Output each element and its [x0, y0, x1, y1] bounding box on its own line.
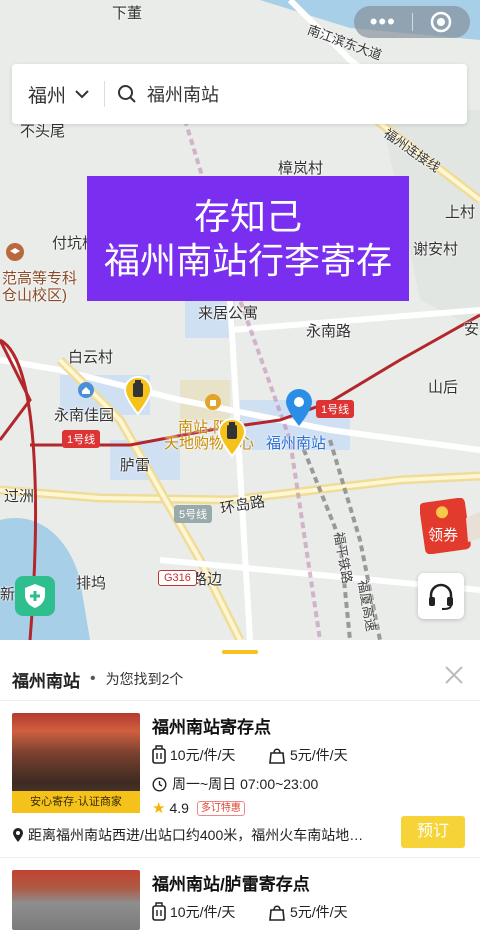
price-luggage: 10元/件/天	[170, 747, 236, 763]
customer-service-button[interactable]	[418, 573, 464, 619]
location-name: 福州南站	[12, 671, 80, 691]
clock-icon	[152, 776, 167, 792]
promo-badge: 多订特惠	[196, 800, 245, 816]
storage-pin-icon[interactable]	[217, 418, 247, 463]
result-card[interactable]: 福州南站/胪雷寄存点 10元/件/天 5元/件/天	[12, 870, 468, 930]
location-pin-icon[interactable]	[284, 388, 314, 433]
more-icon: •••	[369, 9, 396, 34]
rating: ★ 4.9 多订特惠	[152, 799, 245, 817]
suitcase-icon	[152, 745, 166, 764]
map-place-label: 仓山校区)	[2, 287, 67, 304]
verified-tag: 安心寄存·认证商家	[12, 791, 140, 813]
map-place-label: 山后	[428, 379, 459, 396]
map-place-label: 上村	[445, 204, 476, 221]
exit-button[interactable]	[413, 11, 471, 33]
metro-line-tag: 5号线	[174, 505, 213, 523]
result-card[interactable]: 安心寄存·认证商家 福州南站寄存点 10元/件/天 5元/件/天 周一~周日 0…	[12, 713, 468, 848]
coupon-button[interactable]: 领券	[419, 497, 480, 555]
price-bag: 5元/件/天	[290, 904, 348, 920]
store-title: 福州南站/胪雷寄存点	[152, 875, 310, 894]
bag-icon	[269, 905, 285, 921]
exit-circle-icon	[431, 11, 452, 33]
banner-brand: 存知己	[193, 195, 302, 237]
separator-dot: •	[90, 670, 96, 687]
store-title: 福州南站寄存点	[152, 718, 271, 737]
map-place-label: 永南佳园	[54, 407, 115, 424]
map-place-label: 白云村	[68, 349, 114, 366]
opening-hours: 周一~周日 07:00~23:00	[152, 774, 318, 794]
close-icon[interactable]	[443, 664, 465, 686]
search-divider	[104, 81, 106, 107]
city-label: 福州	[28, 85, 67, 107]
highway-tag: G316	[158, 570, 197, 586]
shopping-icon	[205, 394, 221, 415]
more-menu-button[interactable]: •••	[354, 6, 412, 38]
result-count: 为您找到2个	[105, 671, 184, 687]
map-road-label: 永南路	[306, 323, 352, 340]
price-bag: 5元/件/天	[290, 747, 348, 763]
book-button[interactable]: 预订	[401, 816, 465, 848]
hours-text: 周一~周日 07:00~23:00	[172, 776, 319, 792]
map-place-label: 来居公寓	[198, 305, 259, 322]
headset-icon	[429, 583, 453, 610]
shield-icon	[25, 584, 45, 608]
divider	[0, 700, 480, 701]
metro-line-tag: 1号线	[316, 400, 355, 418]
bag-icon	[269, 748, 285, 764]
address: 距离福州南站西进/出站口约400米，福州火车南站地…	[12, 825, 363, 845]
map-place-label: 胪雷	[120, 457, 151, 474]
map-place-label: 排坞	[76, 575, 107, 592]
coupon-label: 领券	[428, 527, 459, 544]
price-luggage: 10元/件/天	[170, 904, 236, 920]
mini-program-capsule: •••	[354, 6, 470, 38]
residence-icon	[78, 382, 94, 403]
promo-banner: 存知己 福州南站行李寄存	[87, 176, 409, 301]
map-place-label: 过洲	[4, 488, 35, 505]
price-row: 10元/件/天 5元/件/天	[152, 902, 384, 922]
map-place-label: 新	[0, 586, 16, 603]
search-icon	[118, 85, 136, 103]
store-photo: 安心寄存·认证商家	[12, 713, 140, 813]
divider	[0, 857, 480, 858]
safety-shield-button[interactable]	[15, 576, 55, 616]
rating-value: 4.9	[169, 800, 189, 816]
map-place-label: 谢安村	[413, 241, 459, 258]
map-place-label: 安	[464, 321, 480, 338]
suitcase-icon	[152, 902, 166, 921]
metro-line-tag: 1号线	[62, 430, 101, 448]
map-station-label: 福州南站	[266, 435, 327, 452]
storage-pin-icon[interactable]	[123, 376, 153, 421]
chevron-down-icon	[75, 90, 89, 99]
location-icon	[13, 828, 23, 842]
search-bar: 福州 福州南站	[12, 64, 467, 124]
address-text: 距离福州南站西进/出站口约400米，福州火车南站地…	[28, 827, 364, 843]
sheet-header: 福州南站 • 为您找到2个	[12, 664, 480, 694]
search-input[interactable]: 福州南站	[147, 81, 219, 107]
map-place-label: 樟岚村	[278, 160, 324, 177]
sheet-drag-handle[interactable]	[222, 650, 258, 654]
map-place-label: 下董	[112, 5, 143, 22]
school-icon	[6, 243, 24, 266]
store-photo	[12, 870, 140, 930]
price-row: 10元/件/天 5元/件/天	[152, 745, 384, 765]
city-selector[interactable]: 福州	[28, 81, 90, 108]
star-icon: ★	[152, 800, 166, 817]
banner-subtitle: 福州南站行李寄存	[103, 239, 392, 281]
